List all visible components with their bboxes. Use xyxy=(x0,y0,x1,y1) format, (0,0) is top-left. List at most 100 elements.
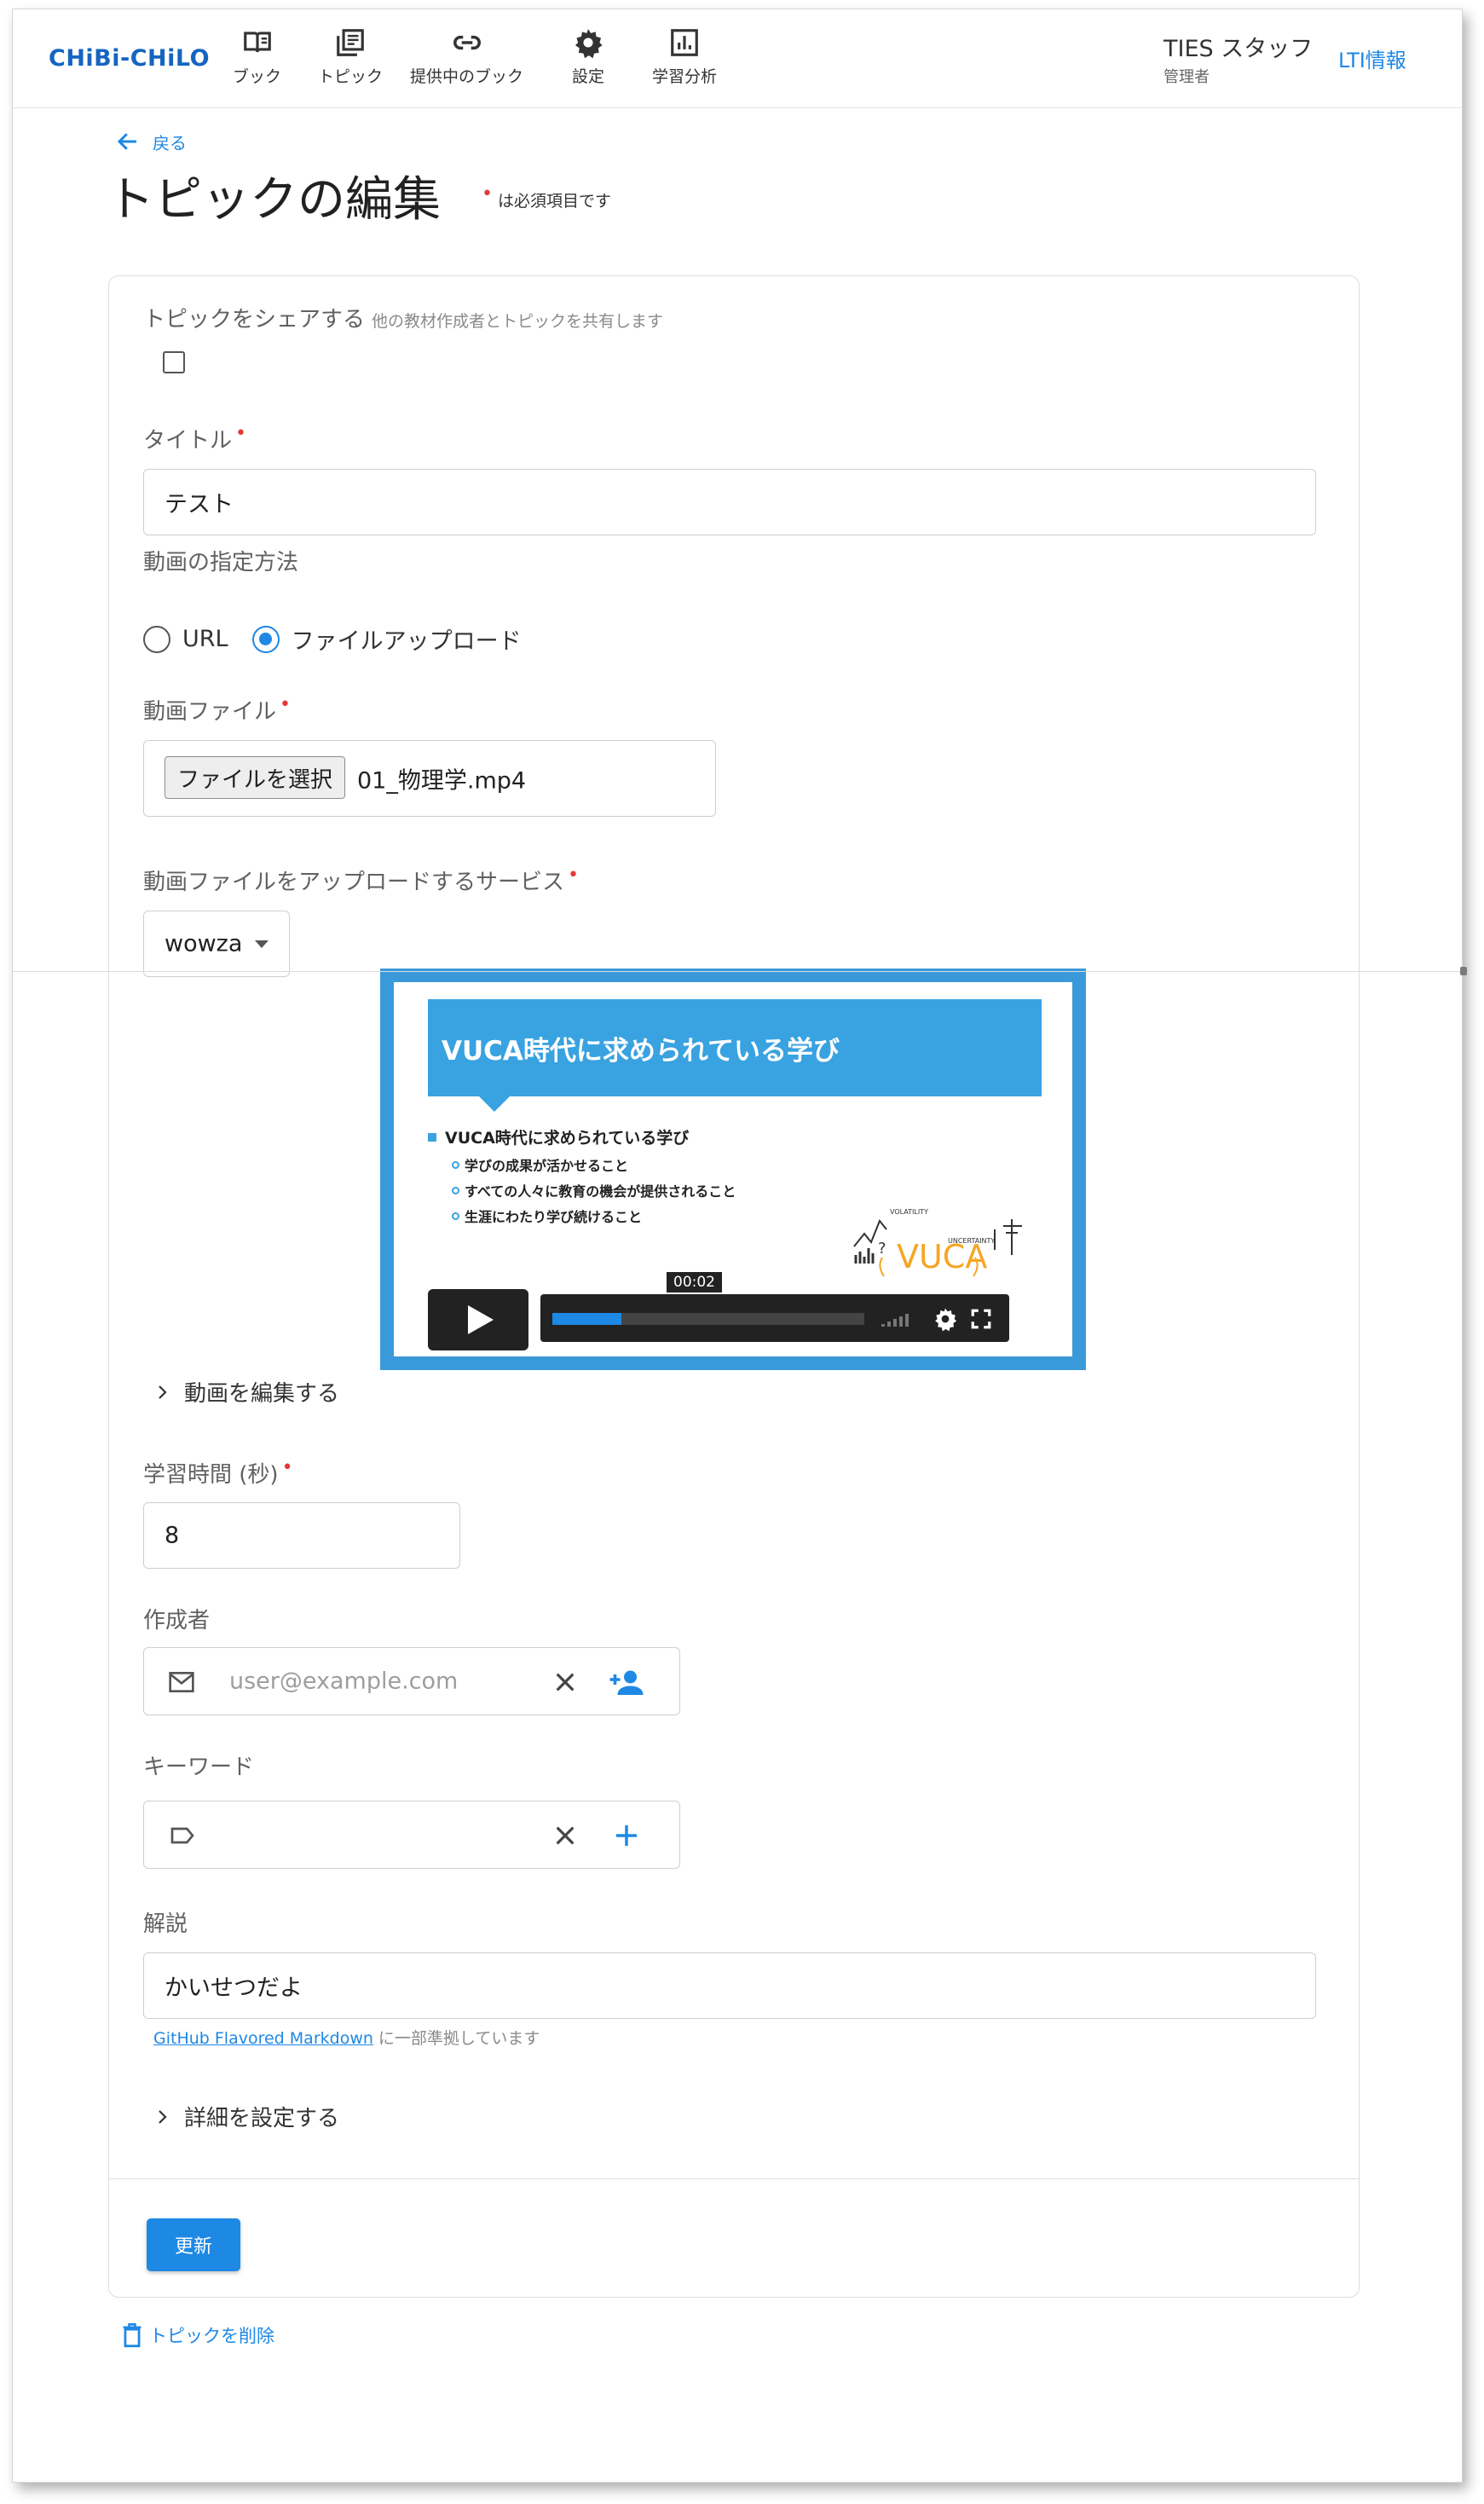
advanced-settings-expander[interactable]: 詳細を設定する xyxy=(152,2101,339,2132)
video-progress-bar[interactable] xyxy=(552,1313,864,1325)
play-icon xyxy=(468,1305,494,1334)
required-dot: • xyxy=(568,865,579,886)
slide-bullet: すべての人々に教育の機会が提供されること xyxy=(452,1180,736,1200)
radio-file-upload-label: ファイルアップロード xyxy=(291,628,522,655)
scroll-marker xyxy=(1460,967,1467,975)
upload-service-label: 動画ファイルをアップロードするサービス • xyxy=(143,865,579,896)
keyword-input[interactable] xyxy=(143,1801,680,1869)
user-role: 管理者 xyxy=(1164,68,1210,86)
video-time-tooltip: 00:02 xyxy=(667,1272,722,1292)
video-method-label: 動画の指定方法 xyxy=(143,550,299,575)
video-method-radios: URL ファイルアップロード xyxy=(143,622,522,656)
selected-filename: 01_物理学.mp4 xyxy=(357,767,527,795)
video-settings-icon[interactable] xyxy=(933,1306,958,1332)
radio-url[interactable] xyxy=(143,625,170,653)
slide-bullet: 学びの成果が活かせること xyxy=(452,1154,628,1175)
author-input[interactable]: user@example.com xyxy=(143,1647,680,1715)
nav-analytics-label: 学習分析 xyxy=(652,67,718,86)
book-icon xyxy=(243,32,271,53)
add-icon[interactable] xyxy=(613,1822,640,1849)
slide-pointer xyxy=(479,1096,510,1112)
video-player[interactable]: VUCA時代に求められている学び VUCA時代に求められている学び 学びの成果が… xyxy=(394,982,1072,1356)
card-divider xyxy=(109,2178,1359,2179)
nav-book[interactable]: ブック xyxy=(233,26,281,87)
nav-settings[interactable]: 設定 xyxy=(572,26,604,87)
video-file-label: 動画ファイル • xyxy=(143,694,291,726)
markdown-note-text: に一部準拠しています xyxy=(378,2029,540,2048)
title-label: タイトル • xyxy=(143,423,246,454)
required-dot: • xyxy=(235,423,246,444)
circle-bullet-icon xyxy=(452,1186,459,1194)
upload-service-value: wowza xyxy=(165,930,243,957)
update-button[interactable]: 更新 xyxy=(147,2218,240,2271)
radio-file-upload[interactable] xyxy=(251,625,280,653)
vuca-small-label: VOLATILITY xyxy=(890,1208,928,1216)
study-time-label-text: 学習時間 (秒) xyxy=(143,1462,279,1488)
nav-topic-label: トピック xyxy=(318,67,384,86)
nav-topic[interactable]: トピック xyxy=(318,26,383,87)
author-label: 作成者 xyxy=(143,1608,211,1634)
markdown-link[interactable]: GitHub Flavored Markdown xyxy=(153,2029,373,2048)
nav-analytics[interactable]: 学習分析 xyxy=(652,26,717,87)
vuca-graphic-text: VUCA xyxy=(897,1238,988,1275)
title-input[interactable]: テスト xyxy=(143,469,1316,535)
user-menu[interactable]: TIES スタッフ 管理者 xyxy=(1164,30,1313,87)
lti-info-link[interactable]: LTI情報 xyxy=(1338,43,1406,73)
nav-published-books-label: 提供中のブック xyxy=(410,67,524,86)
svg-text:?: ? xyxy=(878,1240,886,1258)
study-time-input[interactable]: 8 xyxy=(143,1502,460,1569)
volume-icon[interactable] xyxy=(881,1310,915,1328)
choose-file-button[interactable]: ファイルを選択 xyxy=(165,756,346,799)
chevron-right-icon xyxy=(159,1385,167,1399)
author-placeholder: user@example.com xyxy=(229,1668,459,1695)
required-dot: • xyxy=(482,183,493,205)
back-label: 戻る xyxy=(153,132,187,153)
video-file-input[interactable]: ファイルを選択 01_物理学.mp4 xyxy=(143,740,716,817)
play-button[interactable] xyxy=(428,1289,528,1350)
app-logo[interactable]: CHiBi-CHiLO xyxy=(49,45,210,72)
upload-service-select[interactable]: wowza xyxy=(143,911,290,977)
circle-bullet-icon xyxy=(452,1160,459,1169)
circle-bullet-icon xyxy=(452,1212,459,1220)
study-time-value: 8 xyxy=(165,1522,180,1549)
advanced-settings-label: 詳細を設定する xyxy=(184,2106,340,2131)
nav-book-label: ブック xyxy=(233,67,282,86)
edit-video-label: 動画を編集する xyxy=(184,1381,340,1407)
back-link[interactable]: 戻る xyxy=(115,129,187,154)
share-checkbox[interactable] xyxy=(163,351,185,373)
edit-video-expander[interactable]: 動画を編集する xyxy=(152,1376,339,1408)
video-preview: VUCA時代に求められている学び VUCA時代に求められている学び 学びの成果が… xyxy=(380,969,1086,1370)
video-progress-fill xyxy=(552,1313,621,1325)
required-note-text: は必須項目です xyxy=(497,192,611,211)
topic-form-card: トピックをシェアする 他の教材作成者とトピックを共有します タイトル • テスト 動… xyxy=(108,275,1360,2298)
square-bullet-icon xyxy=(428,1132,436,1142)
required-dot: • xyxy=(280,694,291,715)
slide-heading-text: VUCA時代に求められている学び xyxy=(445,1129,690,1148)
share-help: 他の教材作成者とトピックを共有します xyxy=(372,312,664,331)
delete-topic-label: トピックを削除 xyxy=(149,2326,274,2346)
delete-topic-link[interactable]: トピックを削除 xyxy=(120,2322,274,2348)
slide-bullet-text: 生涯にわたり学び続けること xyxy=(465,1209,643,1225)
title-input-value: テスト xyxy=(165,491,234,518)
page-title: トピックの編集 xyxy=(107,172,441,228)
arrow-left-icon xyxy=(117,133,136,150)
trash-icon xyxy=(123,2323,141,2348)
clear-icon[interactable] xyxy=(551,1668,579,1696)
app-bar: CHiBi-CHiLO ブック トピック 提供中のブック 設定 学習分析 TIE… xyxy=(13,9,1462,108)
description-input[interactable]: かいせつだよ xyxy=(143,1952,1316,2019)
description-label: 解説 xyxy=(143,1911,188,1937)
slide-bullet-text: 学びの成果が活かせること xyxy=(465,1158,629,1174)
radio-url-label: URL xyxy=(182,626,228,652)
slide-bullet: 生涯にわたり学び続けること xyxy=(452,1206,642,1226)
video-controls xyxy=(540,1294,1009,1342)
fullscreen-icon[interactable] xyxy=(970,1308,992,1330)
label-tag-icon xyxy=(170,1827,194,1844)
add-person-icon[interactable] xyxy=(608,1667,645,1697)
nav-published-books[interactable]: 提供中のブック xyxy=(410,26,523,87)
required-note: • は必須項目です xyxy=(482,183,611,211)
required-dot: • xyxy=(281,1457,293,1478)
study-time-label: 学習時間 (秒) • xyxy=(143,1457,293,1489)
nav-settings-label: 設定 xyxy=(572,67,605,86)
clear-icon[interactable] xyxy=(551,1822,579,1849)
markdown-note: GitHub Flavored Markdown に一部準拠しています xyxy=(153,2026,540,2049)
